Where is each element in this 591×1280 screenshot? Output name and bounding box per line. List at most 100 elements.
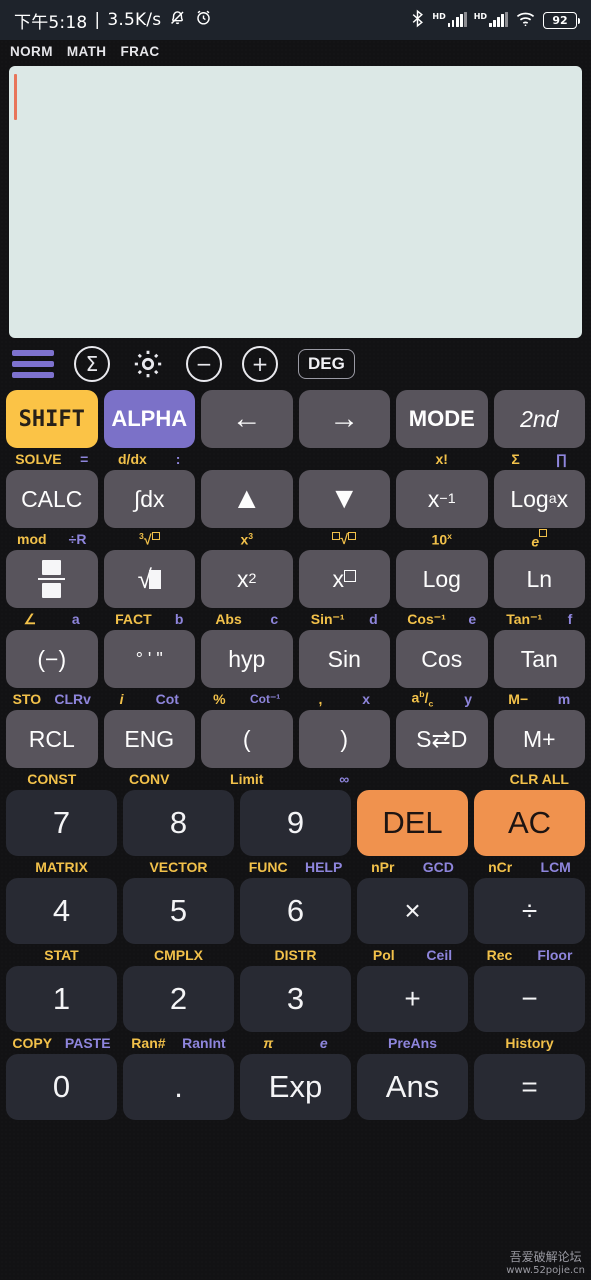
- key-square[interactable]: x2: [201, 550, 293, 608]
- status-bar: 下午5:18 | 3.5K/s HD HD 92: [0, 0, 591, 40]
- key-degree-minute-second[interactable]: ° ' ": [103, 630, 195, 688]
- key-ans[interactable]: Ans: [357, 1054, 468, 1120]
- shift-label-ten-power: 10x: [431, 530, 452, 548]
- minus-icon: −: [195, 352, 213, 376]
- key-alpha[interactable]: ALPHA: [103, 390, 195, 448]
- key-3[interactable]: 3: [240, 966, 351, 1032]
- key-0[interactable]: 0: [6, 1054, 117, 1120]
- shift-label-const: CONST: [27, 771, 77, 787]
- key-9[interactable]: 9: [240, 790, 351, 856]
- key-2[interactable]: 2: [123, 966, 234, 1032]
- keypad-row-2: CALC mod ÷R ∫dx 3√ ▲ x3 ▼ √ x −1 10x Log…: [6, 470, 585, 550]
- plus-icon: +: [251, 352, 269, 376]
- expression-display[interactable]: [9, 66, 582, 338]
- key-equals[interactable]: =: [474, 1054, 585, 1120]
- key-tan[interactable]: Tan: [493, 630, 585, 688]
- gear-icon[interactable]: [130, 346, 166, 382]
- watermark-line1: 吾爱破解论坛: [509, 1249, 582, 1264]
- key-rcl[interactable]: RCL: [6, 710, 98, 768]
- shift-label-copy: COPY: [12, 1035, 53, 1051]
- key-negative[interactable]: (−): [6, 630, 98, 688]
- key-standard-decimal-toggle[interactable]: S⇄D: [396, 710, 488, 768]
- alpha-label-b: b: [174, 611, 184, 627]
- shift-label-asin: Sin⁻¹: [310, 610, 345, 627]
- watermark: 吾爱破解论坛 www.52pojie.cn: [506, 1249, 585, 1276]
- key-arrow-right[interactable]: →: [298, 390, 390, 448]
- key-integral[interactable]: ∫dx: [103, 470, 195, 528]
- key-arrow-up[interactable]: ▲: [201, 470, 293, 528]
- wifi-icon: [515, 10, 536, 31]
- key-log[interactable]: Log: [396, 550, 488, 608]
- alpha-label-x: x: [362, 691, 371, 707]
- shift-label-distr: DISTR: [274, 947, 317, 963]
- key-fraction[interactable]: [6, 550, 98, 608]
- key-ln[interactable]: Ln: [493, 550, 585, 608]
- key-ac[interactable]: AC: [474, 790, 585, 856]
- alpha-label-y: y: [464, 690, 473, 707]
- angle-unit-button[interactable]: DEG: [298, 349, 355, 379]
- display-container: [0, 62, 591, 338]
- key-multiply[interactable]: ×: [357, 878, 468, 944]
- zoom-in-button[interactable]: +: [242, 346, 278, 382]
- shift-label-vector: VECTOR: [149, 859, 208, 875]
- key-4[interactable]: 4: [6, 878, 117, 944]
- status-separator: |: [94, 10, 101, 30]
- key-close-paren[interactable]: ): [298, 710, 390, 768]
- key-memory-plus[interactable]: M+: [493, 710, 585, 768]
- calculator-app: 下午5:18 | 3.5K/s HD HD 92 NORM MATH FRAC …: [0, 0, 591, 1280]
- hamburger-menu-icon[interactable]: [12, 350, 54, 378]
- shift-label-abs: Abs: [215, 611, 242, 627]
- alpha-label-e: e: [468, 611, 477, 627]
- key-6[interactable]: 6: [240, 878, 351, 944]
- key-8[interactable]: 8: [123, 790, 234, 856]
- key-decimal-point[interactable]: .: [123, 1054, 234, 1120]
- shift-label-random: Ran#: [131, 1035, 166, 1051]
- key-1[interactable]: 1: [6, 966, 117, 1032]
- status-bar-left: 下午5:18 | 3.5K/s: [14, 8, 213, 33]
- shift-label-acos: Cos⁻¹: [407, 610, 446, 627]
- key-square-root[interactable]: √: [103, 550, 195, 608]
- key-log-base-a[interactable]: Log a x: [493, 470, 585, 528]
- alpha-label-colon: :: [175, 451, 181, 467]
- key-eng[interactable]: ENG: [103, 710, 195, 768]
- mode-indicator-bar: NORM MATH FRAC: [0, 40, 591, 62]
- keypad-row-1: SHIFT SOLVE = ALPHA d/dx : ← → MODE x! 2…: [6, 390, 585, 470]
- key-power[interactable]: x: [298, 550, 390, 608]
- key-shift[interactable]: SHIFT: [6, 390, 98, 448]
- key-reciprocal[interactable]: x −1: [396, 470, 488, 528]
- status-bar-right: HD HD 92: [410, 9, 580, 32]
- shift-label-nthroot: √: [332, 531, 357, 547]
- sigma-icon[interactable]: Σ: [74, 346, 110, 382]
- key-arrow-left[interactable]: ←: [201, 390, 293, 448]
- key-7[interactable]: 7: [6, 790, 117, 856]
- key-open-paren[interactable]: (: [201, 710, 293, 768]
- key-sin[interactable]: Sin: [298, 630, 390, 688]
- key-divide[interactable]: ÷: [474, 878, 585, 944]
- text-cursor-icon: [14, 74, 17, 120]
- key-arrow-down[interactable]: ▼: [298, 470, 390, 528]
- shift-label-pol: Pol: [372, 947, 395, 963]
- key-minus[interactable]: −: [474, 966, 585, 1032]
- shift-label-sto: STO: [12, 691, 42, 707]
- shift-label-percent: %: [213, 691, 226, 707]
- clock-text: 下午5:18: [14, 12, 88, 33]
- shift-label-imaginary: i: [119, 691, 124, 707]
- key-del[interactable]: DEL: [357, 790, 468, 856]
- alpha-label-f: f: [567, 611, 573, 627]
- alpha-label-d: d: [369, 611, 378, 627]
- key-exponent[interactable]: Exp: [240, 1054, 351, 1120]
- network-speed-text: 3.5K/s: [107, 10, 162, 30]
- zoom-out-button[interactable]: −: [186, 346, 222, 382]
- shift-label-cube: x3: [240, 530, 254, 548]
- key-mode[interactable]: MODE: [396, 390, 488, 448]
- shift-label-rec: Rec: [486, 947, 513, 963]
- key-5[interactable]: 5: [123, 878, 234, 944]
- alpha-label-euler: e: [319, 1035, 328, 1051]
- key-calc[interactable]: CALC: [6, 470, 98, 528]
- shift-label-ddx: d/dx: [118, 451, 147, 467]
- key-hyp[interactable]: hyp: [201, 630, 293, 688]
- shift-label-ncr: nCr: [488, 859, 513, 875]
- key-cos[interactable]: Cos: [396, 630, 488, 688]
- key-plus[interactable]: +: [357, 966, 468, 1032]
- key-2nd[interactable]: 2nd: [493, 390, 585, 448]
